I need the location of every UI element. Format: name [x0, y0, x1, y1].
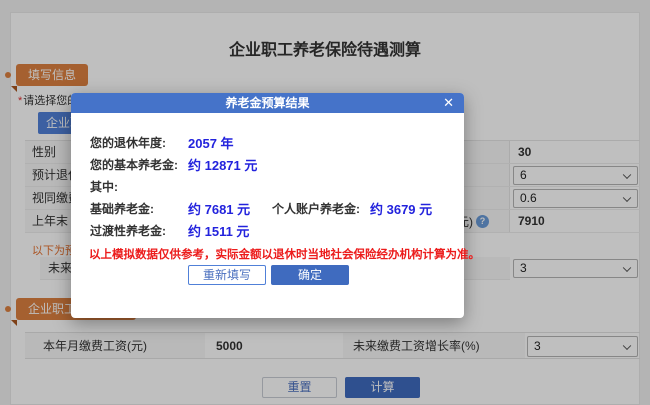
- transitional-pension-value: 约 1511 元: [188, 224, 250, 239]
- close-icon[interactable]: ✕: [443, 93, 454, 113]
- retirement-year-value: 2057 年: [188, 136, 234, 151]
- basic-pension-value: 约 12871 元: [188, 158, 258, 173]
- pension-result-modal: 养老金预算结果 ✕ 您的退休年度: 2057 年 您的基本养老金: 约 1287…: [71, 93, 480, 318]
- refill-button[interactable]: 重新填写: [188, 265, 266, 285]
- retirement-year-label: 您的退休年度:: [90, 136, 166, 150]
- base-pension-label: 基础养老金:: [90, 202, 154, 216]
- modal-header: 养老金预算结果 ✕: [71, 93, 464, 113]
- personal-account-label: 个人账户养老金:: [272, 202, 360, 216]
- base-pension-value: 约 7681 元: [188, 202, 251, 217]
- personal-account-value: 约 3679 元: [370, 202, 433, 217]
- basic-pension-label: 您的基本养老金:: [90, 158, 178, 172]
- confirm-button[interactable]: 确定: [271, 265, 349, 285]
- among-which-label: 其中:: [90, 180, 118, 194]
- disclaimer-text: 以上模拟数据仅供参考，实际金额以退休时当地社会保险经办机构计算为准。: [89, 249, 480, 261]
- modal-title: 养老金预算结果: [225, 96, 310, 110]
- transitional-pension-label: 过渡性养老金:: [90, 224, 166, 238]
